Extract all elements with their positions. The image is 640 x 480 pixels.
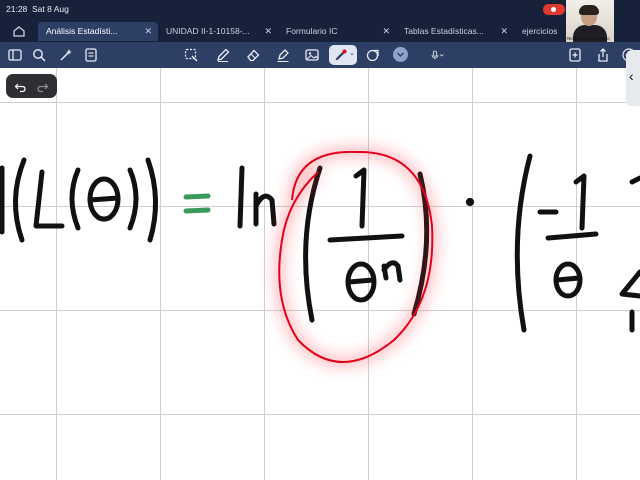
undo-icon[interactable] <box>14 80 26 93</box>
chevron-left-icon: ‹ <box>629 68 634 84</box>
undo-redo-controls <box>6 74 57 98</box>
sidebar-collapse-handle[interactable]: ‹ <box>626 50 640 106</box>
laser-pointer-trail <box>272 144 440 369</box>
app-window: 21:28 Sat 8 Aug Análisis Estadísti... ✕ … <box>0 0 640 480</box>
redo-icon[interactable] <box>37 80 49 93</box>
handwritten-equation <box>0 144 640 369</box>
